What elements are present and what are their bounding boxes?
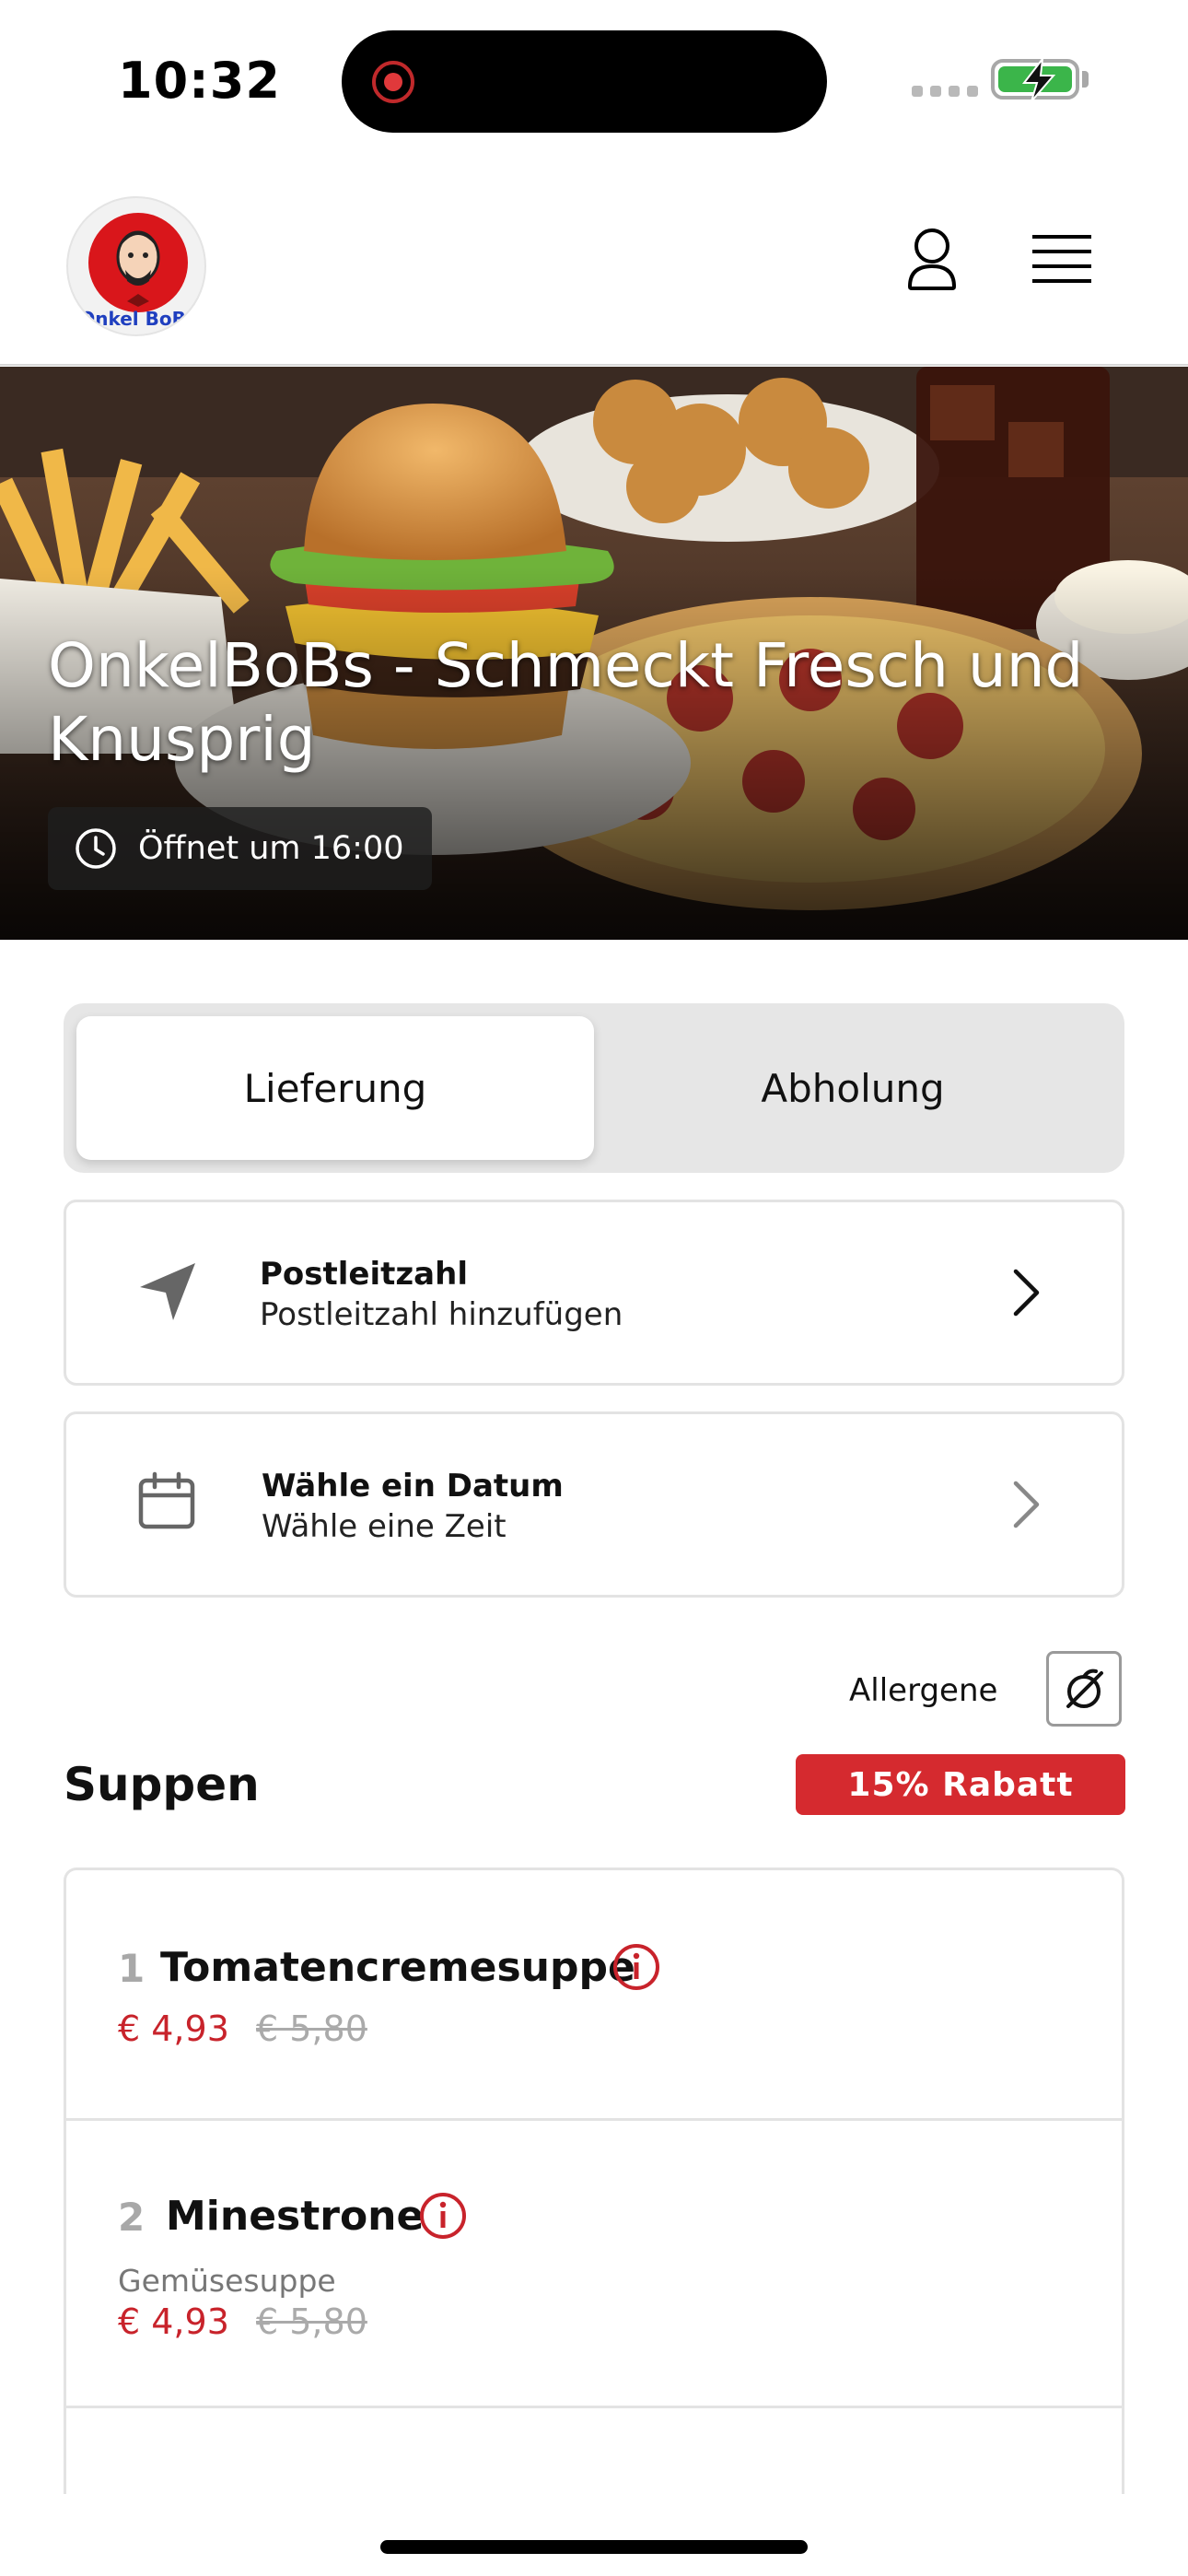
- clock-icon: [76, 828, 116, 869]
- opening-hours-badge: Öffnet um 16:00: [48, 807, 432, 890]
- item-number: 1: [118, 1946, 146, 1991]
- logo-mascot-icon: Onkel BoBs: [79, 213, 197, 330]
- charging-bolt-icon: [1021, 57, 1056, 102]
- item-price: € 4,93: [118, 2008, 229, 2049]
- info-icon[interactable]: [611, 1942, 661, 1992]
- recording-indicator-icon: [372, 61, 414, 103]
- home-indicator[interactable]: [380, 2540, 808, 2554]
- status-time: 10:32: [118, 52, 281, 110]
- allergen-icon: [1066, 1669, 1103, 1708]
- restaurant-title: OnkelBoBs - Schmeckt Fresch und Knusprig: [48, 630, 1084, 775]
- restaurant-logo[interactable]: Onkel BoBs: [66, 196, 206, 336]
- status-bar: 10:32: [0, 0, 1188, 157]
- item-description: Gemüsesuppe: [118, 2263, 336, 2299]
- item-price: € 4,93: [118, 2301, 229, 2342]
- discount-badge: 15% Rabatt: [796, 1754, 1125, 1815]
- menu-item[interactable]: 1 Tomatencremesuppe € 4,93 € 5,80: [66, 1870, 1122, 2121]
- info-icon[interactable]: [418, 2191, 468, 2241]
- postcode-card[interactable]: Postleitzahl Postleitzahl hinzufügen: [64, 1200, 1124, 1386]
- menu-item-list: 1 Tomatencremesuppe € 4,93 € 5,80 2 Mine…: [64, 1868, 1124, 2494]
- hero-banner: OnkelBoBs - Schmeckt Fresch und Knusprig…: [0, 367, 1188, 940]
- app-header: Onkel BoBs: [0, 157, 1188, 366]
- postcode-title: Postleitzahl: [260, 1256, 468, 1293]
- tab-delivery[interactable]: Lieferung: [76, 1016, 594, 1160]
- item-old-price: € 5,80: [256, 2008, 367, 2049]
- schedule-title: Wähle ein Datum: [262, 1468, 564, 1505]
- logo-text: Onkel BoBs: [79, 308, 197, 330]
- schedule-subtitle: Wähle eine Zeit: [262, 1508, 507, 1545]
- menu-item[interactable]: 2 Minestrone Gemüsesuppe € 4,93 € 5,80: [66, 2121, 1122, 2408]
- signal-icon: [912, 86, 978, 97]
- item-name: Tomatencremesuppe: [160, 1944, 635, 1991]
- chevron-right-icon: [1013, 1269, 1040, 1317]
- chevron-right-icon: [1013, 1481, 1040, 1528]
- location-arrow-icon: [140, 1263, 195, 1320]
- account-icon[interactable]: [906, 228, 958, 292]
- hamburger-menu-icon[interactable]: [1032, 235, 1091, 285]
- item-old-price: € 5,80: [256, 2301, 367, 2342]
- item-name: Minestrone: [166, 2193, 425, 2240]
- allergens-label: Allergene: [849, 1672, 998, 1709]
- postcode-subtitle: Postleitzahl hinzufügen: [260, 1296, 623, 1333]
- app-screen: 10:32 Onkel BoBs OnkelBoBs - Schmeckt Fr…: [0, 0, 1188, 2576]
- tab-pickup[interactable]: Abholung: [594, 1016, 1112, 1160]
- item-number: 2: [118, 2195, 146, 2240]
- allergens-filter-button[interactable]: [1046, 1651, 1122, 1727]
- battery-cap: [1082, 71, 1089, 88]
- battery-icon: [991, 57, 1079, 102]
- section-title: Suppen: [64, 1758, 260, 1811]
- calendar-icon: [138, 1471, 195, 1529]
- order-type-toggle: Lieferung Abholung: [64, 1003, 1124, 1173]
- schedule-card[interactable]: Wähle ein Datum Wähle eine Zeit: [64, 1411, 1124, 1598]
- opening-hours-text: Öffnet um 16:00: [138, 830, 404, 867]
- dynamic-island: [342, 30, 827, 133]
